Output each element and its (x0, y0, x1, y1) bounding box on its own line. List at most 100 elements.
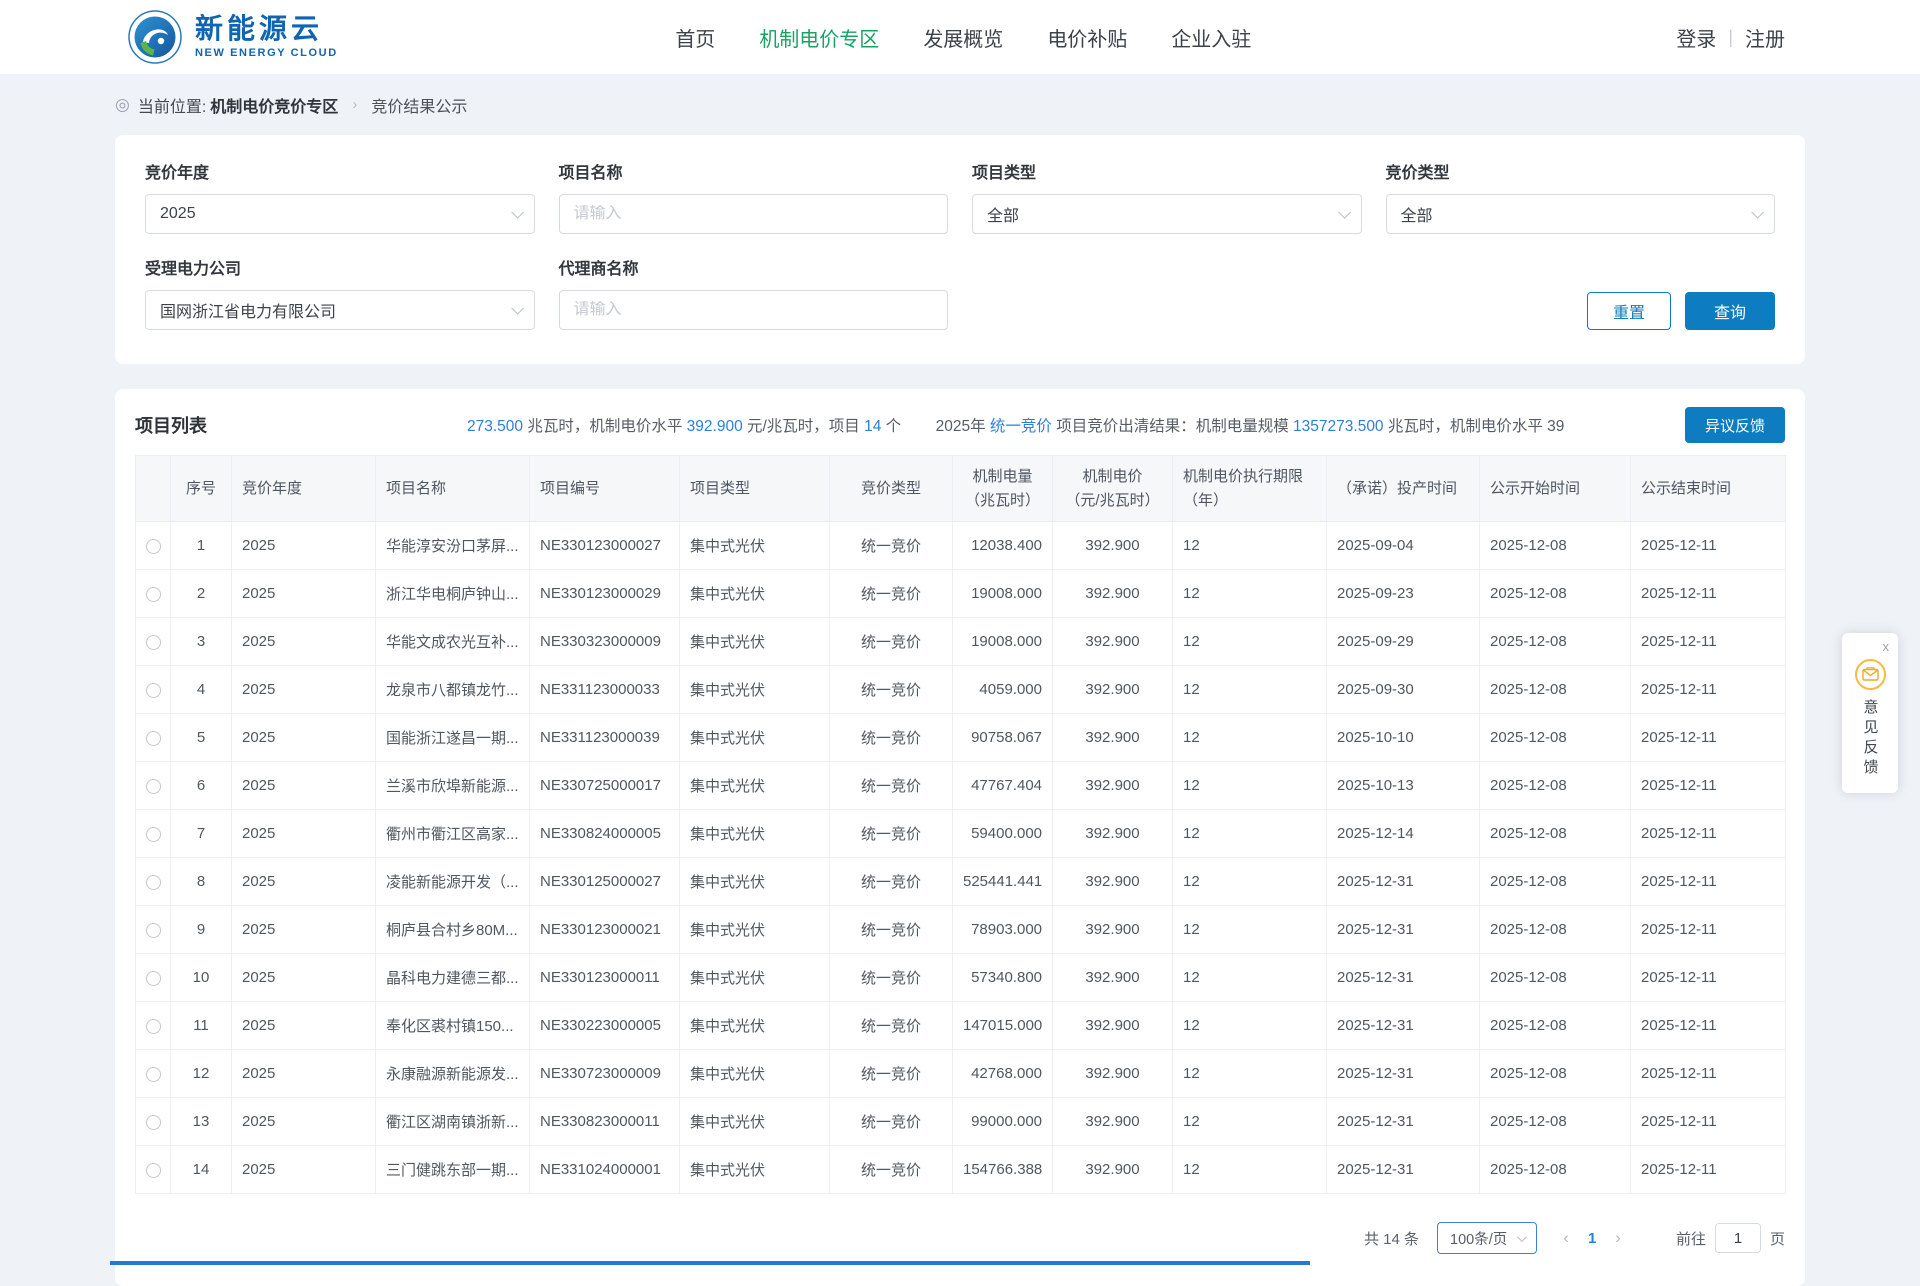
row-radio[interactable] (146, 1067, 161, 1082)
cell-seq: 6 (171, 762, 232, 810)
cell-year: 2025 (232, 954, 376, 1002)
page-size-value: 100条/页 (1450, 1228, 1507, 1249)
prev-page-button[interactable]: ‹ (1563, 1228, 1569, 1248)
filter-field-4: 受理电力公司国网浙江省电力有限公司 (145, 255, 535, 330)
row-radio[interactable] (146, 683, 161, 698)
cell-ptype: 集中式光伏 (680, 714, 830, 762)
select-0[interactable]: 2025 (145, 194, 535, 234)
cell-term: 12 (1173, 954, 1327, 1002)
cell-energy: 57340.800 (953, 954, 1053, 1002)
filter-field-5: 代理商名称 (559, 255, 949, 330)
breadcrumb-prefix: 当前位置: (138, 93, 206, 117)
cell-prod_date: 2025-12-31 (1327, 1050, 1480, 1098)
cell-code: NE330123000029 (530, 570, 680, 618)
close-icon[interactable]: x (1883, 639, 1890, 656)
cell-seq: 5 (171, 714, 232, 762)
row-radio[interactable] (146, 539, 161, 554)
cell-code: NE331123000033 (530, 666, 680, 714)
cell-price: 392.900 (1053, 810, 1173, 858)
cell-term: 12 (1173, 1002, 1327, 1050)
login-link[interactable]: 登录 (1676, 23, 1716, 52)
row-radio[interactable] (146, 731, 161, 746)
row-radio[interactable] (146, 1115, 161, 1130)
table-row: 112025奉化区裘村镇150...NE330223000005集中式光伏统一竞… (136, 1002, 1786, 1050)
row-radio[interactable] (146, 923, 161, 938)
page-number-1[interactable]: 1 (1588, 1230, 1596, 1247)
marquee-segment-5: 个 2025年 (881, 418, 990, 435)
field-label: 受理电力公司 (145, 255, 535, 279)
nav-item-2[interactable]: 发展概览 (923, 23, 1003, 52)
cell-seq: 9 (171, 906, 232, 954)
cell-energy: 4059.000 (953, 666, 1053, 714)
table-row: 32025华能文成农光互补...NE330323000009集中式光伏统一竞价1… (136, 618, 1786, 666)
cell-term: 12 (1173, 618, 1327, 666)
chevron-down-icon (1338, 206, 1351, 219)
cell-energy: 19008.000 (953, 570, 1053, 618)
cell-prod_date: 2025-12-31 (1327, 858, 1480, 906)
select-2[interactable]: 全部 (972, 194, 1362, 234)
cell-btype: 统一竞价 (830, 666, 953, 714)
row-radio[interactable] (146, 1163, 161, 1178)
column-header-prod_date: （承诺）投产时间 (1327, 456, 1480, 522)
cell-end_date: 2025-12-11 (1631, 1050, 1786, 1098)
cell-price: 392.900 (1053, 1098, 1173, 1146)
cell-end_date: 2025-12-11 (1631, 954, 1786, 1002)
cell-term: 12 (1173, 1050, 1327, 1098)
row-radio[interactable] (146, 827, 161, 842)
row-radio[interactable] (146, 587, 161, 602)
cell-start_date: 2025-12-08 (1480, 570, 1631, 618)
reset-button[interactable]: 重置 (1587, 292, 1671, 330)
objection-feedback-button[interactable]: 异议反馈 (1685, 407, 1785, 443)
cell-start_date: 2025-12-08 (1480, 1050, 1631, 1098)
text-input-5[interactable] (574, 301, 934, 319)
goto-prefix: 前往 (1676, 1228, 1706, 1249)
row-radio[interactable] (146, 635, 161, 650)
nav-item-1[interactable]: 机制电价专区 (759, 23, 879, 52)
breadcrumb-section[interactable]: 机制电价竞价专区 (210, 93, 338, 117)
row-radio[interactable] (146, 779, 161, 794)
cell-prod_date: 2025-12-31 (1327, 906, 1480, 954)
cell-name: 三门健跳东部一期... (376, 1146, 530, 1194)
register-link[interactable]: 注册 (1745, 23, 1785, 52)
column-header-btype: 竞价类型 (830, 456, 953, 522)
cell-prod_date: 2025-10-13 (1327, 762, 1480, 810)
logo: 新能源云 NEW ENERGY CLOUD (128, 10, 338, 64)
table-row: 92025桐庐县合村乡80M...NE330123000021集中式光伏统一竞价… (136, 906, 1786, 954)
next-page-button[interactable]: › (1615, 1228, 1621, 1248)
row-select-cell (136, 906, 171, 954)
row-radio[interactable] (146, 1019, 161, 1034)
select-3[interactable]: 全部 (1386, 194, 1776, 234)
cell-prod_date: 2025-12-31 (1327, 1146, 1480, 1194)
goto-page-input[interactable] (1715, 1223, 1761, 1253)
row-radio[interactable] (146, 971, 161, 986)
cell-price: 392.900 (1053, 618, 1173, 666)
feedback-widget-label[interactable]: 意见反馈 (1863, 699, 1878, 779)
nav-item-0[interactable]: 首页 (675, 23, 715, 52)
cell-name: 永康融源新能源发... (376, 1050, 530, 1098)
project-table: 序号竞价年度项目名称项目编号项目类型竞价类型机制电量 （兆瓦时）机制电价 （元/… (135, 455, 1786, 1194)
cell-start_date: 2025-12-08 (1480, 714, 1631, 762)
cell-prod_date: 2025-09-23 (1327, 570, 1480, 618)
nav-item-3[interactable]: 电价补贴 (1047, 23, 1127, 52)
select-4[interactable]: 国网浙江省电力有限公司 (145, 290, 535, 330)
table-row: 102025晶科电力建德三都...NE330123000011集中式光伏统一竞价… (136, 954, 1786, 1002)
nav-item-4[interactable]: 企业入驻 (1171, 23, 1251, 52)
text-input-1[interactable] (574, 205, 934, 223)
table-row: 42025龙泉市八都镇龙竹...NE331123000033集中式光伏统一竞价4… (136, 666, 1786, 714)
cell-term: 12 (1173, 810, 1327, 858)
page-size-select[interactable]: 100条/页 (1437, 1222, 1537, 1254)
table-row: 122025永康融源新能源发...NE330723000009集中式光伏统一竞价… (136, 1050, 1786, 1098)
cell-name: 龙泉市八都镇龙竹... (376, 666, 530, 714)
select-value: 国网浙江省电力有限公司 (160, 298, 511, 322)
row-radio[interactable] (146, 875, 161, 890)
chevron-down-icon (511, 302, 524, 315)
select-value: 全部 (987, 202, 1338, 226)
cell-ptype: 集中式光伏 (680, 858, 830, 906)
envelope-icon[interactable] (1855, 659, 1886, 690)
cell-year: 2025 (232, 1050, 376, 1098)
search-button[interactable]: 查询 (1685, 292, 1775, 330)
cell-end_date: 2025-12-11 (1631, 762, 1786, 810)
table-row: 52025国能浙江遂昌一期...NE331123000039集中式光伏统一竞价9… (136, 714, 1786, 762)
cell-ptype: 集中式光伏 (680, 810, 830, 858)
cell-energy: 525441.441 (953, 858, 1053, 906)
